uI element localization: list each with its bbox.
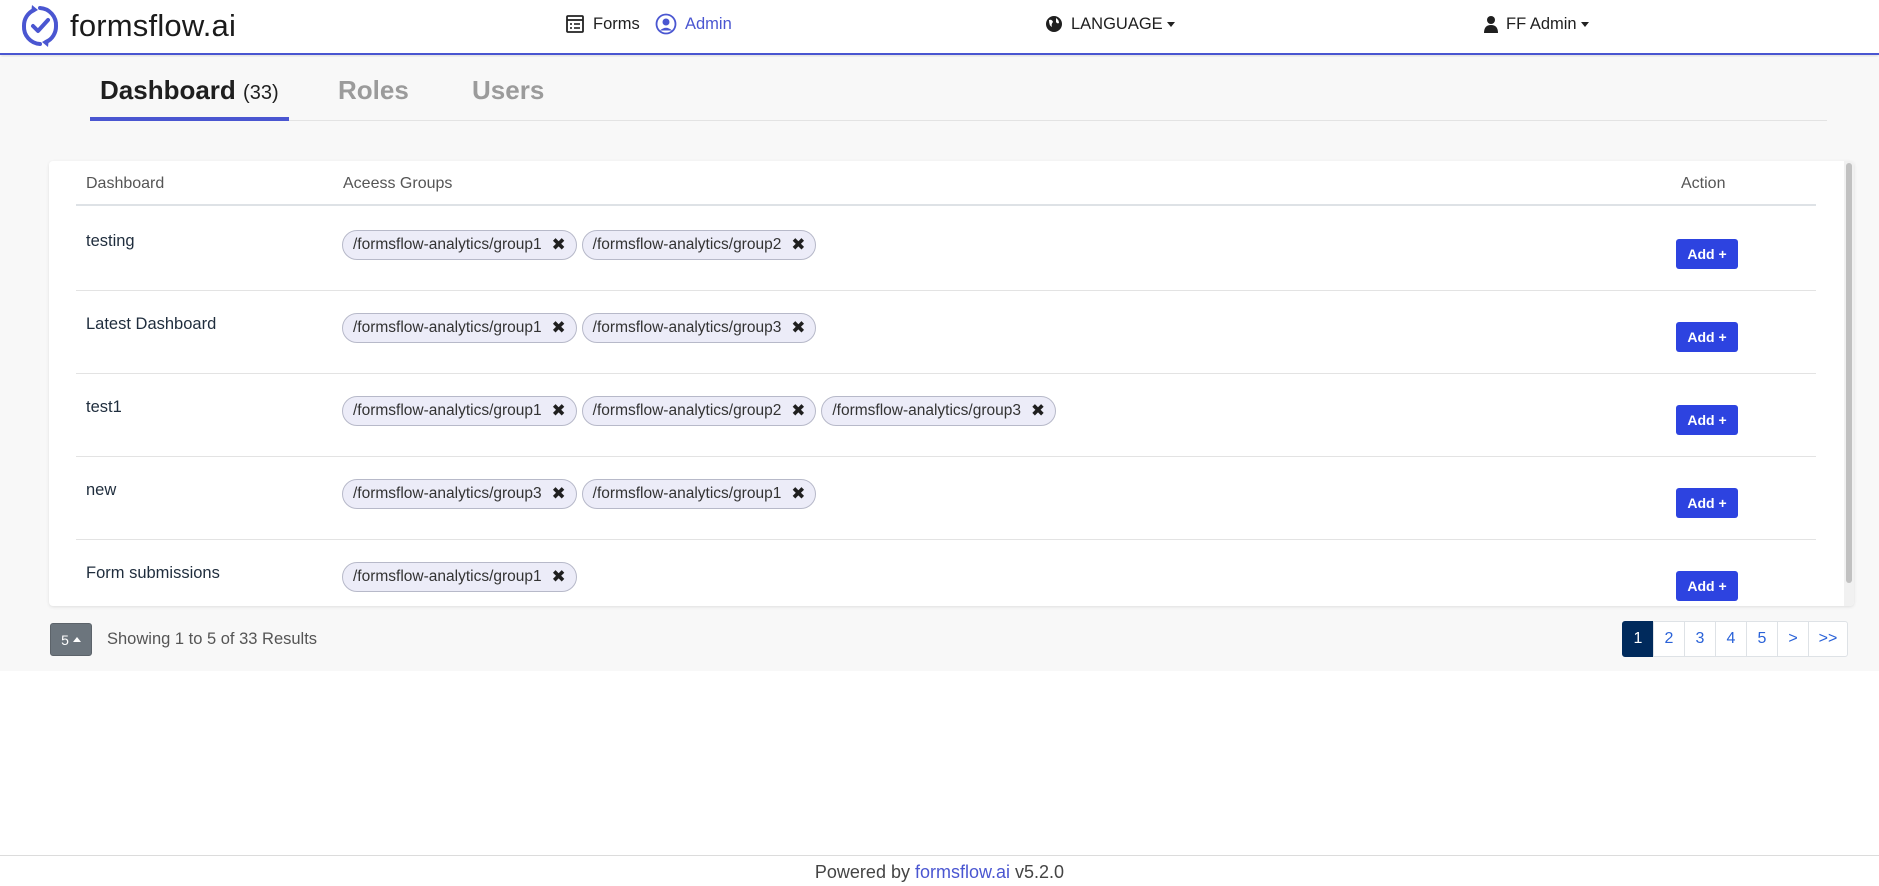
access-group-chips: /formsflow-analytics/group1 ✖ xyxy=(342,562,582,592)
pagination: 1 2 3 4 5 > >> xyxy=(1622,621,1848,657)
remove-group-icon[interactable]: ✖ xyxy=(552,235,566,254)
remove-group-icon[interactable]: ✖ xyxy=(791,235,805,254)
access-group-chip: /formsflow-analytics/group3 ✖ xyxy=(581,313,817,343)
dashboard-name: Latest Dashboard xyxy=(86,315,217,333)
formsflow-logo-icon xyxy=(21,5,59,47)
tab-roles[interactable]: Roles xyxy=(338,75,409,121)
nav-forms[interactable]: Forms xyxy=(565,12,640,36)
chip-label: /formsflow-analytics/group1 xyxy=(353,402,542,419)
chip-label: /formsflow-analytics/group2 xyxy=(592,402,782,419)
nav-admin[interactable]: Admin xyxy=(655,12,732,36)
page-link[interactable]: 4 xyxy=(1715,621,1747,657)
remove-group-icon[interactable]: ✖ xyxy=(791,484,805,503)
dashboard-name: test1 xyxy=(86,398,122,416)
page-link[interactable]: >> xyxy=(1808,621,1848,657)
table-row: testing/formsflow-analytics/group1 ✖/form… xyxy=(76,208,1816,291)
scrollbar-thumb[interactable] xyxy=(1846,163,1852,583)
dashboard-name: testing xyxy=(86,232,135,250)
user-dropdown[interactable]: FF Admin xyxy=(1484,12,1589,36)
user-icon xyxy=(1484,16,1498,33)
language-label: LANGUAGE xyxy=(1071,14,1163,33)
add-group-button[interactable]: Add + xyxy=(1676,322,1738,352)
page-link[interactable]: 5 xyxy=(1746,621,1778,657)
header-action: Action xyxy=(1681,175,1726,192)
dashboard-table: Dashboard Aceess Groups Action testing/f… xyxy=(49,161,1854,606)
add-group-button[interactable]: Add + xyxy=(1676,488,1738,518)
main-content: Dashboard (33) Roles Users Dashboard Ace… xyxy=(0,57,1879,671)
dashboard-name: new xyxy=(86,481,117,499)
access-group-chip: /formsflow-analytics/group3 ✖ xyxy=(821,396,1057,426)
footer-version: v5.2.0 xyxy=(1015,862,1065,882)
nav-admin-label: Admin xyxy=(685,14,732,33)
header-dashboard: Dashboard xyxy=(86,175,165,192)
table-row: Form submissions/formsflow-analytics/gro… xyxy=(76,540,1816,606)
table-row: new/formsflow-analytics/group3 ✖/formsflo… xyxy=(76,457,1816,540)
chip-label: /formsflow-analytics/group1 xyxy=(353,319,542,336)
remove-group-icon[interactable]: ✖ xyxy=(791,401,805,420)
footer-prefix: Powered by xyxy=(814,862,910,882)
brand-name: formsflow.ai xyxy=(70,8,237,43)
table-row: Latest Dashboard/formsflow-analytics/gro… xyxy=(76,291,1816,374)
top-navbar: formsflow.ai Forms Admin LANGUAGE FF Adm… xyxy=(0,0,1879,55)
brand[interactable]: formsflow.ai xyxy=(20,2,236,50)
access-group-chips: /formsflow-analytics/group1 ✖/formsflow-a… xyxy=(342,313,821,343)
access-group-chip: /formsflow-analytics/group1 ✖ xyxy=(342,396,577,426)
chip-label: /formsflow-analytics/group2 xyxy=(592,236,782,253)
access-group-chip: /formsflow-analytics/group1 ✖ xyxy=(581,479,817,509)
add-group-button[interactable]: Add + xyxy=(1676,405,1738,435)
table-scrollbar[interactable] xyxy=(1844,161,1854,606)
add-group-button[interactable]: Add + xyxy=(1676,239,1738,269)
tab-dashboard-label: Dashboard xyxy=(100,75,236,105)
remove-group-icon[interactable]: ✖ xyxy=(552,484,566,503)
access-group-chips: /formsflow-analytics/group3 ✖/formsflow-a… xyxy=(342,479,821,509)
chip-label: /formsflow-analytics/group1 xyxy=(592,485,782,502)
page-size-dropdown[interactable]: 5 xyxy=(50,623,92,656)
caret-up-icon xyxy=(72,637,81,642)
chip-label: /formsflow-analytics/group3 xyxy=(353,485,542,502)
tab-users[interactable]: Users xyxy=(472,75,544,121)
tab-dashboard[interactable]: Dashboard (33) xyxy=(90,75,289,121)
table-header: Dashboard Aceess Groups Action xyxy=(76,161,1816,206)
page-size-value: 5 xyxy=(61,631,69,648)
tab-dashboard-count: (33) xyxy=(243,82,279,104)
globe-icon xyxy=(1046,16,1062,32)
remove-group-icon[interactable]: ✖ xyxy=(1031,401,1045,420)
access-group-chips: /formsflow-analytics/group1 ✖/formsflow-a… xyxy=(342,396,1061,426)
chip-label: /formsflow-analytics/group1 xyxy=(353,568,542,585)
user-circle-icon xyxy=(655,13,677,35)
user-name: FF Admin xyxy=(1506,14,1577,33)
caret-down-icon xyxy=(1580,21,1589,27)
footer-link[interactable]: formsflow.ai xyxy=(915,862,1010,882)
remove-group-icon[interactable]: ✖ xyxy=(552,401,566,420)
page-footer: Powered by formsflow.ai v5.2.0 xyxy=(0,855,1879,886)
admin-tabs: Dashboard (33) Roles Users xyxy=(90,57,1827,121)
page-link[interactable]: 1 xyxy=(1622,621,1654,657)
access-group-chip: /formsflow-analytics/group1 ✖ xyxy=(342,313,577,343)
remove-group-icon[interactable]: ✖ xyxy=(552,318,566,337)
table-row: test1/formsflow-analytics/group1 ✖/formsf… xyxy=(76,374,1816,457)
access-group-chip: /formsflow-analytics/group1 ✖ xyxy=(342,230,577,260)
access-group-chip: /formsflow-analytics/group1 ✖ xyxy=(342,562,577,592)
language-dropdown[interactable]: LANGUAGE xyxy=(1045,12,1175,36)
forms-icon xyxy=(566,15,584,33)
access-group-chips: /formsflow-analytics/group1 ✖/formsflow-a… xyxy=(342,230,821,260)
chip-label: /formsflow-analytics/group1 xyxy=(353,236,542,253)
nav-forms-label: Forms xyxy=(593,14,640,33)
page-link[interactable]: 3 xyxy=(1684,621,1716,657)
access-group-chip: /formsflow-analytics/group2 ✖ xyxy=(581,396,817,426)
page-link[interactable]: > xyxy=(1777,621,1809,657)
dashboard-name: Form submissions xyxy=(86,564,220,582)
access-group-chip: /formsflow-analytics/group2 ✖ xyxy=(581,230,817,260)
remove-group-icon[interactable]: ✖ xyxy=(791,318,805,337)
access-group-chip: /formsflow-analytics/group3 ✖ xyxy=(342,479,577,509)
remove-group-icon[interactable]: ✖ xyxy=(552,567,566,586)
add-group-button[interactable]: Add + xyxy=(1676,571,1738,601)
page-link[interactable]: 2 xyxy=(1653,621,1685,657)
results-summary: Showing 1 to 5 of 33 Results xyxy=(107,630,318,648)
header-access-groups: Aceess Groups xyxy=(343,175,453,192)
chip-label: /formsflow-analytics/group3 xyxy=(592,319,782,336)
chip-label: /formsflow-analytics/group3 xyxy=(832,402,1022,419)
caret-down-icon xyxy=(1166,21,1175,27)
